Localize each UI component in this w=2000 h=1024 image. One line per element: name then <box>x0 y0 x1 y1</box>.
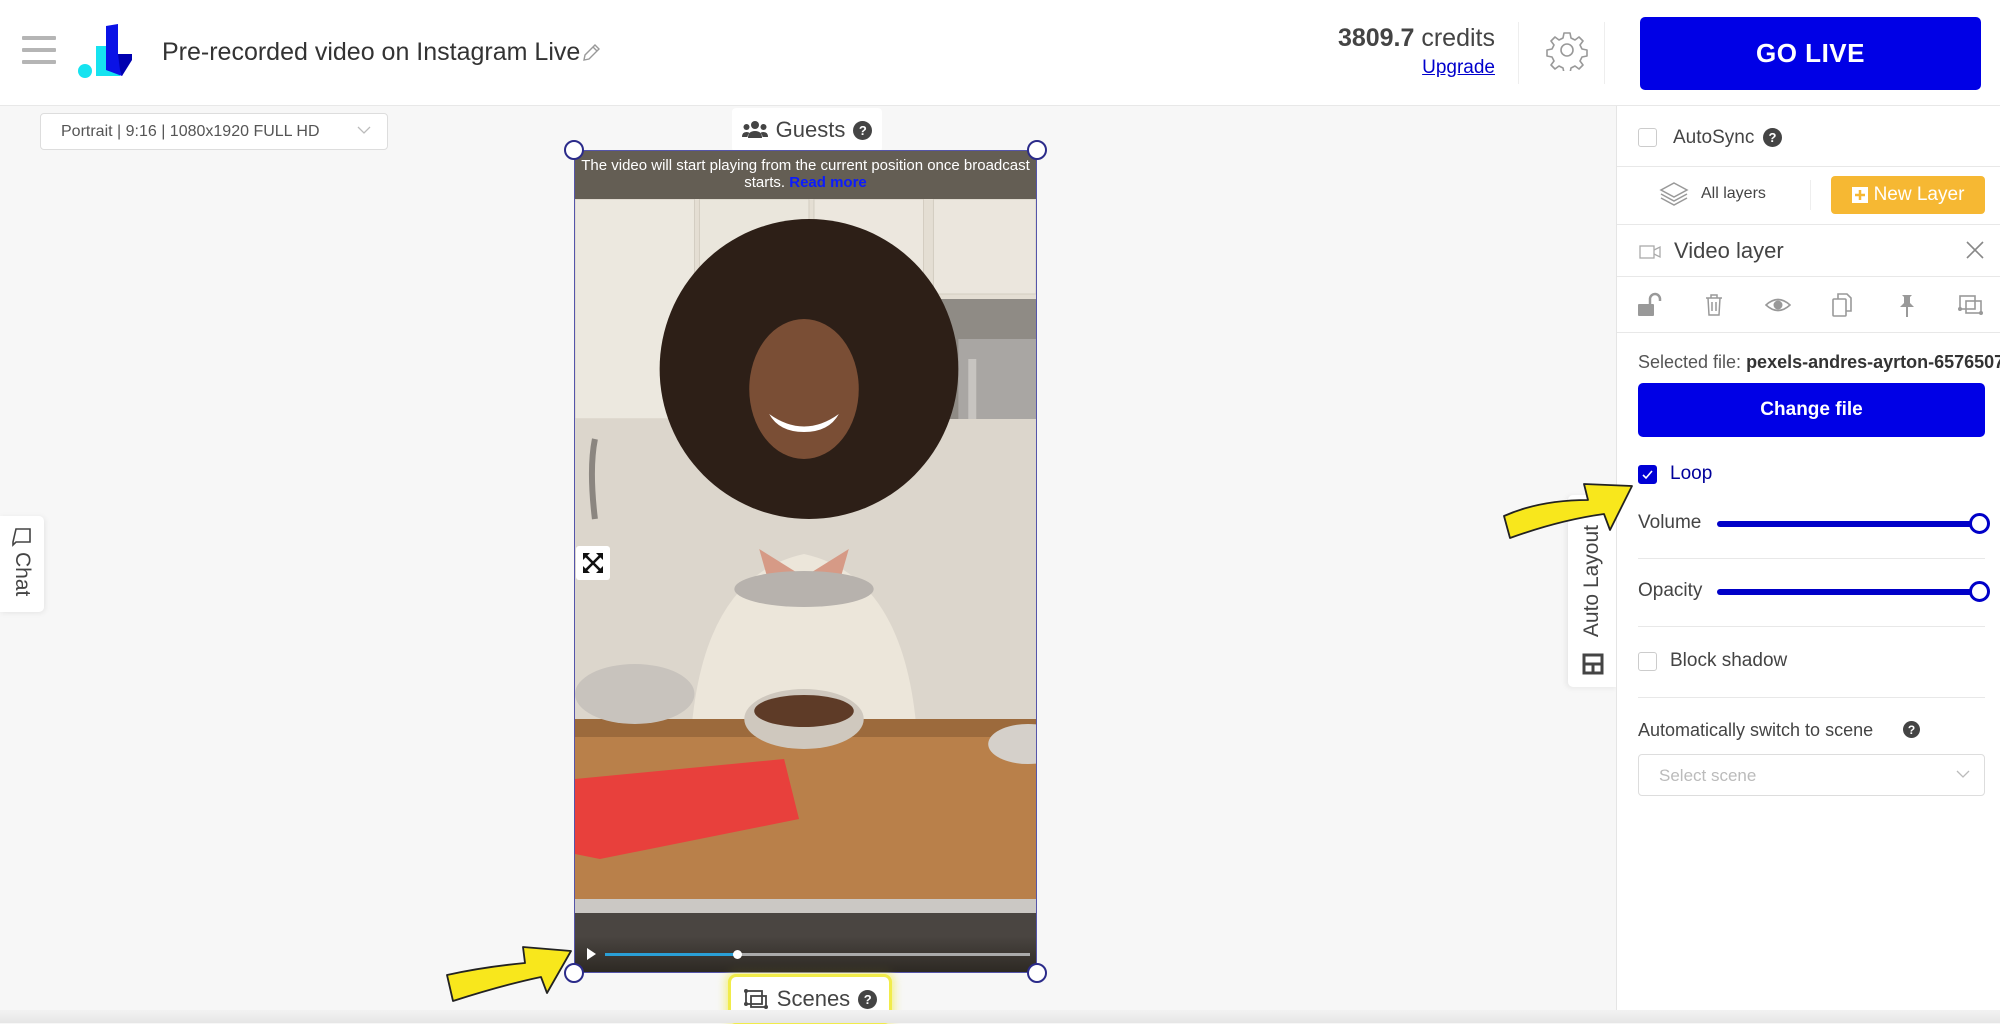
guests-icon <box>741 121 768 138</box>
all-layers-button[interactable]: All layers <box>1659 180 1799 210</box>
help-icon[interactable]: ? <box>1763 128 1782 147</box>
volume-slider-thumb[interactable] <box>1969 513 1990 534</box>
loop-label: Loop <box>1670 463 1713 484</box>
plus-icon <box>1851 187 1868 203</box>
video-layer-canvas[interactable]: The video will start playing from the cu… <box>574 150 1037 973</box>
select-scene-placeholder: Select scene <box>1659 766 1757 785</box>
autosync-label: AutoSync <box>1673 127 1755 148</box>
video-controls <box>575 936 1036 972</box>
divider <box>1638 626 1985 627</box>
credits-amount: 3809.7 <box>1337 24 1415 52</box>
selected-file-name: pexels-andres-ayrton-6576507 <box>1746 352 2000 372</box>
chevron-down-icon <box>1956 770 1970 778</box>
chevron-down-icon <box>357 126 371 134</box>
loop-checkbox[interactable] <box>1638 465 1657 484</box>
resize-handle-top-right[interactable] <box>1027 140 1047 160</box>
play-icon[interactable] <box>587 948 596 960</box>
credits-unit: credits <box>1414 24 1495 52</box>
go-live-button[interactable]: GO LIVE <box>1640 17 1981 90</box>
select-scene-dropdown[interactable]: Select scene <box>1638 754 1985 796</box>
block-shadow-checkbox[interactable] <box>1638 652 1657 671</box>
video-progress-knob[interactable] <box>732 950 742 959</box>
divider <box>1617 276 2000 277</box>
all-layers-label: All layers <box>1701 185 1766 202</box>
video-notice: The video will start playing from the cu… <box>575 151 1036 199</box>
properties-panel: AutoSync ? All layers New Layer Video la… <box>1616 106 2000 1023</box>
bottom-shadow <box>0 1010 2000 1023</box>
opacity-label: Opacity <box>1638 580 1703 601</box>
pin-icon[interactable] <box>1894 292 1920 318</box>
video-camera-icon <box>1639 245 1661 259</box>
video-progress-bar[interactable] <box>605 950 1030 959</box>
help-icon[interactable]: ? <box>1903 721 1920 738</box>
divider <box>1638 697 1985 698</box>
upgrade-link[interactable]: Upgrade <box>1338 57 1495 79</box>
divider <box>1518 22 1519 84</box>
selected-file: Selected file: pexels-andres-ayrton-6576… <box>1638 352 2000 373</box>
expand-button[interactable] <box>576 546 610 580</box>
video-preview-image <box>575 199 1036 972</box>
change-file-button[interactable]: Change file <box>1638 383 1985 437</box>
check-icon <box>1642 470 1653 480</box>
layers-icon <box>1659 182 1689 206</box>
divider <box>1617 332 2000 333</box>
divider <box>1638 558 1985 559</box>
auto-switch-label: Automatically switch to scene <box>1638 720 1874 740</box>
layer-title: Video layer <box>1674 238 1784 263</box>
autosync-checkbox[interactable] <box>1638 128 1657 147</box>
divider <box>1604 22 1605 84</box>
divider <box>1810 180 1811 210</box>
resize-icon[interactable] <box>1958 292 1984 318</box>
block-shadow-label: Block shadow <box>1670 650 1788 671</box>
auto-layout-tab[interactable]: Auto Layout <box>1568 495 1618 687</box>
resize-handle-top-left[interactable] <box>564 140 584 160</box>
selected-file-label: Selected file: <box>1638 352 1747 372</box>
auto-layout-icon <box>1582 653 1604 675</box>
read-more-link[interactable]: Read more <box>789 174 867 191</box>
resize-handle-bottom-right[interactable] <box>1027 963 1047 983</box>
format-select[interactable]: Portrait | 9:16 | 1080x1920 FULL HD <box>40 113 388 150</box>
credits-display: 3809.7 credits Upgrade <box>1338 24 1495 79</box>
help-icon[interactable]: ? <box>853 120 873 140</box>
copy-icon[interactable] <box>1829 292 1855 318</box>
auto-layout-label: Auto Layout <box>1580 525 1603 638</box>
new-layer-label: New Layer <box>1873 184 1965 205</box>
opacity-slider-thumb[interactable] <box>1969 581 1990 602</box>
pencil-icon[interactable] <box>580 42 602 64</box>
trash-icon[interactable] <box>1701 292 1727 318</box>
top-bar: Pre-recorded video on Instagram Live 380… <box>0 0 2000 106</box>
scenes-label: Scenes <box>776 986 851 1011</box>
logo[interactable] <box>76 24 148 80</box>
chat-label: Chat <box>11 552 34 597</box>
divider <box>1617 224 2000 225</box>
format-select-value: Portrait | 9:16 | 1080x1920 FULL HD <box>61 123 320 140</box>
gear-icon[interactable] <box>1546 29 1588 71</box>
scenes-icon <box>743 989 768 1009</box>
eye-icon[interactable] <box>1765 292 1791 318</box>
menu-icon[interactable] <box>22 36 56 66</box>
divider <box>1617 166 2000 167</box>
unlock-icon[interactable] <box>1637 292 1663 318</box>
annotation-arrow-progress <box>446 946 572 1002</box>
help-icon[interactable]: ? <box>858 989 878 1009</box>
volume-slider[interactable] <box>1717 513 1990 534</box>
video-progress-fill <box>605 953 737 956</box>
new-layer-button[interactable]: New Layer <box>1831 176 1985 214</box>
chat-tab[interactable]: Chat <box>0 516 44 612</box>
close-icon[interactable] <box>1965 240 1985 260</box>
guests-tab[interactable]: Guests ? <box>732 108 882 152</box>
guests-label: Guests <box>775 117 846 142</box>
page-title: Pre-recorded video on Instagram Live <box>162 38 581 66</box>
expand-icon <box>583 553 603 573</box>
resize-handle-bottom-left[interactable] <box>564 963 584 983</box>
chat-icon <box>12 528 31 547</box>
opacity-slider[interactable] <box>1717 581 1990 602</box>
volume-label: Volume <box>1638 512 1702 533</box>
